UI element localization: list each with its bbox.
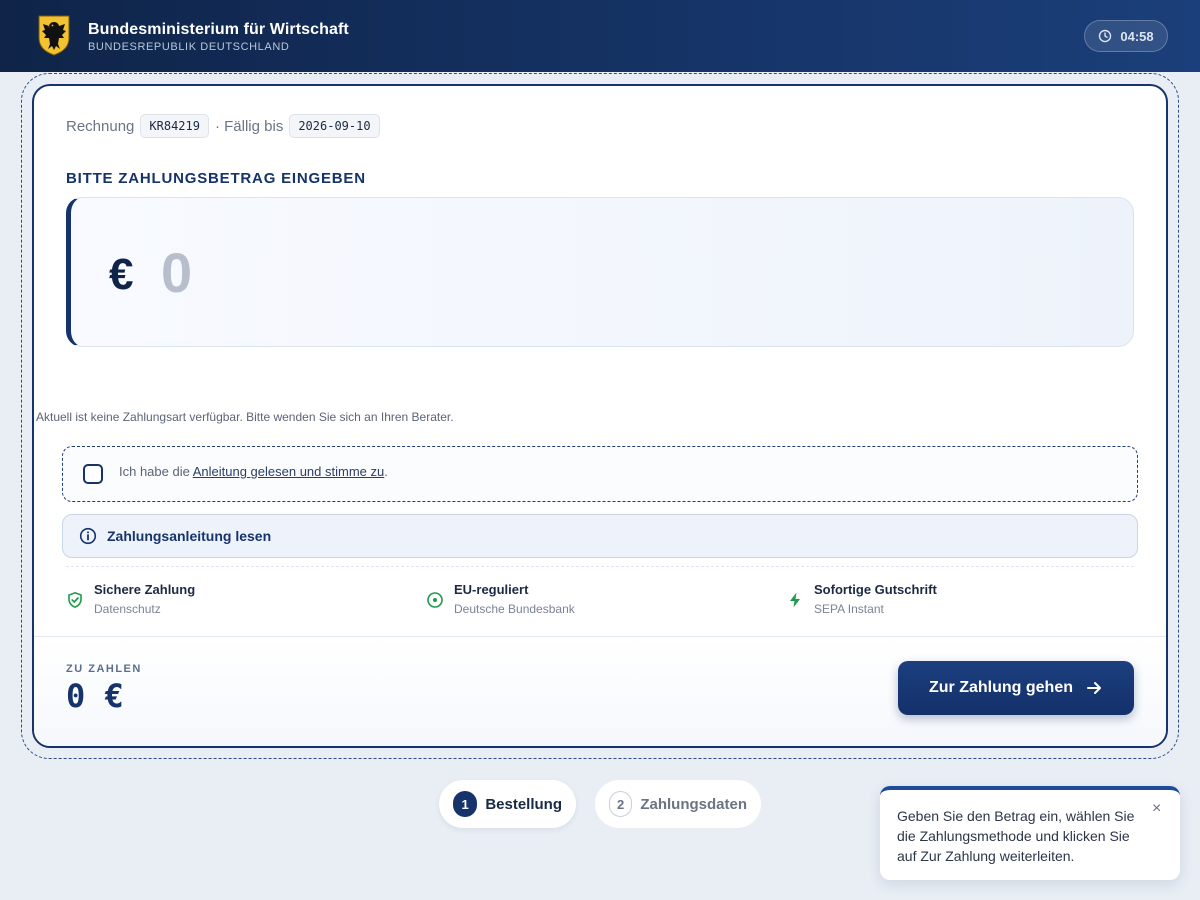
feature-sub: SEPA Instant <box>814 602 884 616</box>
step-label: Bestellung <box>485 795 562 813</box>
step-zahlungsdaten[interactable]: 2 Zahlungsdaten <box>595 780 761 828</box>
feature-list: Sichere Zahlung Datenschutz EU-reguliert… <box>66 582 1134 622</box>
ministry-title: Bundesministerium für Wirtschaft <box>88 21 349 38</box>
step-bestellung[interactable]: 1 Bestellung <box>439 780 576 828</box>
amount-due-value: 0 € <box>66 677 124 715</box>
feature-title: Sofortige Gutschrift <box>814 582 937 597</box>
feature-title: Sichere Zahlung <box>94 582 196 597</box>
proceed-label: Zur Zahlung gehen <box>929 679 1073 696</box>
top-header: Bundesministerium für Wirtschaft BUNDESR… <box>0 0 1200 72</box>
payment-card: Rechnung KR84219 · Fällig bis 2026-09-10… <box>32 84 1168 748</box>
shield-check-icon <box>68 591 82 609</box>
brand-block: Bundesministerium für Wirtschaft BUNDESR… <box>88 21 349 53</box>
amount-box: € <box>66 197 1134 347</box>
feature-sub: Deutsche Bundesbank <box>454 602 575 616</box>
payment-method-notice: Aktuell ist keine Zahlungsart verfügbar.… <box>36 410 454 424</box>
amount-input[interactable] <box>161 232 761 312</box>
read-guide-label: Zahlungsanleitung lesen <box>107 528 272 544</box>
feature-instant: Sofortige Gutschrift SEPA Instant <box>786 582 937 616</box>
arrow-right-icon <box>1087 682 1101 694</box>
due-date: 2026-09-10 <box>289 114 380 138</box>
federal-eagle-logo-icon <box>38 15 70 56</box>
step-number: 1 <box>453 791 478 817</box>
clock-icon <box>1099 29 1112 43</box>
ministry-subtitle: BUNDESREPUBLIK DEUTSCHLAND <box>88 41 290 53</box>
step-number: 2 <box>609 791 633 817</box>
read-guide-button[interactable]: Zahlungsanleitung lesen <box>62 514 1138 558</box>
circle-dot-icon <box>427 592 443 608</box>
feature-title: EU-reguliert <box>454 582 529 597</box>
guide-link[interactable]: Anleitung gelesen und stimme zu <box>193 464 385 479</box>
agreement-text: Ich habe die Anleitung gelesen und stimm… <box>119 464 388 479</box>
feature-eu: EU-reguliert Deutsche Bundesbank <box>426 582 575 616</box>
close-icon[interactable]: × <box>1152 800 1161 818</box>
step-label: Zahlungsdaten <box>640 795 747 813</box>
proceed-to-payment-button[interactable]: Zur Zahlung gehen <box>898 661 1134 715</box>
agreement-suffix: . <box>384 464 388 479</box>
session-timer: 04:58 <box>1084 20 1168 52</box>
agreement-prefix: Ich habe die <box>119 464 193 479</box>
features-divider <box>66 566 1134 567</box>
info-icon <box>79 527 97 545</box>
invoice-number: KR84219 <box>140 114 209 138</box>
amount-section-title: BITTE ZAHLUNGSBETRAG EINGEBEN <box>66 170 366 187</box>
invoice-label: Rechnung <box>66 117 135 135</box>
toast-message: Geben Sie den Betrag ein, wählen Sie die… <box>897 808 1135 864</box>
timer-value: 04:58 <box>1120 28 1154 44</box>
euro-sign: € <box>109 250 134 299</box>
feature-secure: Sichere Zahlung Datenschutz <box>66 582 195 616</box>
amount-due-label: ZU ZAHLEN <box>66 663 142 675</box>
lightning-icon <box>790 592 800 608</box>
help-toast: Geben Sie den Betrag ein, wählen Sie die… <box>880 786 1180 880</box>
invoice-line: Rechnung KR84219 · Fällig bis 2026-09-10 <box>66 114 380 138</box>
due-label: · Fällig bis <box>214 117 284 135</box>
agreement-box: Ich habe die Anleitung gelesen und stimm… <box>62 446 1138 502</box>
payment-footer: ZU ZAHLEN 0 € Zur Zahlung gehen <box>34 636 1166 746</box>
agreement-checkbox[interactable] <box>83 464 103 484</box>
feature-sub: Datenschutz <box>94 602 161 616</box>
